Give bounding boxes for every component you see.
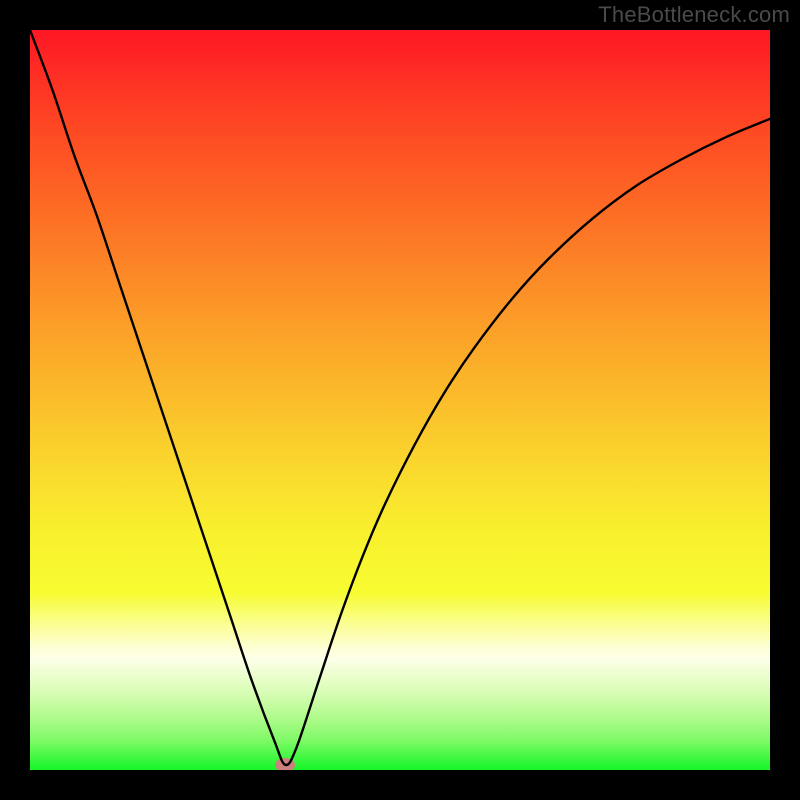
chart-frame: TheBottleneck.com	[0, 0, 800, 800]
plot-area	[30, 30, 770, 770]
watermark-label: TheBottleneck.com	[598, 2, 790, 28]
bottleneck-curve	[30, 30, 770, 770]
